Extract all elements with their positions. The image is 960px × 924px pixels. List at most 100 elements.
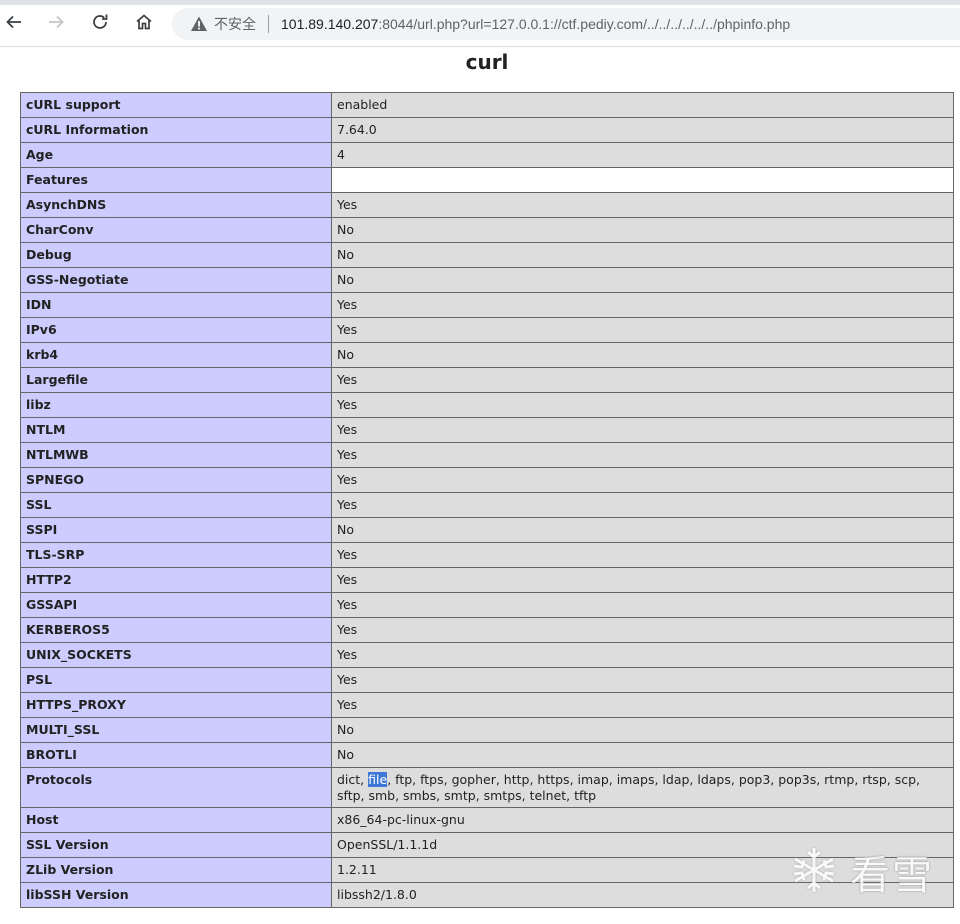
kanxue-watermark: 看雪 [788,845,948,899]
row-key: ZLib Version [20,857,332,883]
table-row: Protocols dict, file, ftp, ftps, gopher, … [20,767,954,808]
row-key: Age [20,142,332,168]
table-row: Debug No [20,242,954,268]
row-value: Yes [331,642,954,668]
row-value: Yes [331,442,954,468]
table-row: Age 4 [20,142,954,168]
table-row: UNIX_SOCKETS Yes [20,642,954,668]
row-key: TLS-SRP [20,542,332,568]
tab-strip [0,0,960,5]
table-row: Largefile Yes [20,367,954,393]
table-row: cURL support enabled [20,92,954,118]
row-key: GSSAPI [20,592,332,618]
row-value: Yes [331,317,954,343]
warning-triangle-icon[interactable] [190,15,208,33]
row-value: dict, file, ftp, ftps, gopher, http, htt… [331,767,954,808]
row-key: CharConv [20,217,332,243]
table-row: SSL Yes [20,492,954,518]
row-value: No [331,267,954,293]
table-row: HTTP2 Yes [20,567,954,593]
table-row: GSS-Negotiate No [20,267,954,293]
row-key: SSL Version [20,832,332,858]
row-key: cURL support [20,92,332,118]
row-key: KERBEROS5 [20,617,332,643]
row-value: Yes [331,467,954,493]
row-value: Yes [331,417,954,443]
row-value: No [331,242,954,268]
row-key: Features [20,167,332,193]
row-value: No [331,342,954,368]
row-key: IDN [20,292,332,318]
table-row: NTLMWB Yes [20,442,954,468]
row-value: Yes [331,692,954,718]
reload-icon [90,12,110,37]
table-row: SPNEGO Yes [20,467,954,493]
arrow-left-icon [4,12,24,37]
row-key: krb4 [20,342,332,368]
row-value: No [331,742,954,768]
row-key: SSPI [20,517,332,543]
table-row: KERBEROS5 Yes [20,617,954,643]
back-button[interactable] [0,10,28,38]
table-row: HTTPS_PROXY Yes [20,692,954,718]
url-host: 101.89.140.207 [281,16,379,32]
row-key: GSS-Negotiate [20,267,332,293]
row-key: Debug [20,242,332,268]
row-key: Host [20,807,332,833]
row-value: Yes [331,617,954,643]
row-key: BROTLI [20,742,332,768]
table-row: krb4 No [20,342,954,368]
row-key: NTLM [20,417,332,443]
row-key: HTTP2 [20,567,332,593]
row-value: No [331,217,954,243]
row-value: Yes [331,192,954,218]
divider [268,15,269,33]
row-value: Yes [331,292,954,318]
row-key: SPNEGO [20,467,332,493]
table-row: AsynchDNS Yes [20,192,954,218]
row-value: 4 [331,142,954,168]
row-key: libSSH Version [20,882,332,908]
table-row: SSPI No [20,517,954,543]
forward-button[interactable] [42,10,70,38]
home-button[interactable] [130,10,158,38]
row-key: AsynchDNS [20,192,332,218]
row-key: IPv6 [20,317,332,343]
browser-toolbar: 不安全 101.89.140.207:8044/url.php?url=127.… [0,0,960,47]
row-key: PSL [20,667,332,693]
row-value: enabled [331,92,954,118]
curl-info-table: cURL support enabled cURL Information 7.64.… [20,92,954,908]
row-key: Largefile [20,367,332,393]
reload-button[interactable] [86,10,114,38]
row-key: HTTPS_PROXY [20,692,332,718]
security-label[interactable]: 不安全 [214,14,256,34]
home-icon [134,12,154,37]
table-row: MULTI_SSL No [20,717,954,743]
row-value: Yes [331,492,954,518]
table-row: CharConv No [20,217,954,243]
watermark-text: 看雪 [850,853,934,899]
table-row: Host x86_64-pc-linux-gnu [20,807,954,833]
table-row: IDN Yes [20,292,954,318]
url-path: :8044/url.php?url=127.0.0.1://ctf.pediy.… [378,16,791,32]
row-value: No [331,717,954,743]
row-key: MULTI_SSL [20,717,332,743]
page-title: curl [465,50,509,74]
row-key: SSL [20,492,332,518]
row-value [331,167,954,193]
row-key: libz [20,392,332,418]
address-bar[interactable]: 不安全 101.89.140.207:8044/url.php?url=127.… [172,8,960,40]
row-key: cURL Information [20,117,332,143]
row-value: No [331,517,954,543]
table-row: libz Yes [20,392,954,418]
row-value: Yes [331,392,954,418]
snowflake-icon [788,844,840,901]
table-row: TLS-SRP Yes [20,542,954,568]
table-row: GSSAPI Yes [20,592,954,618]
table-row: cURL Information 7.64.0 [20,117,954,143]
row-key: Protocols [20,767,332,808]
row-value: Yes [331,567,954,593]
selected-text: file [368,772,388,787]
row-value: Yes [331,667,954,693]
row-value: 7.64.0 [331,117,954,143]
